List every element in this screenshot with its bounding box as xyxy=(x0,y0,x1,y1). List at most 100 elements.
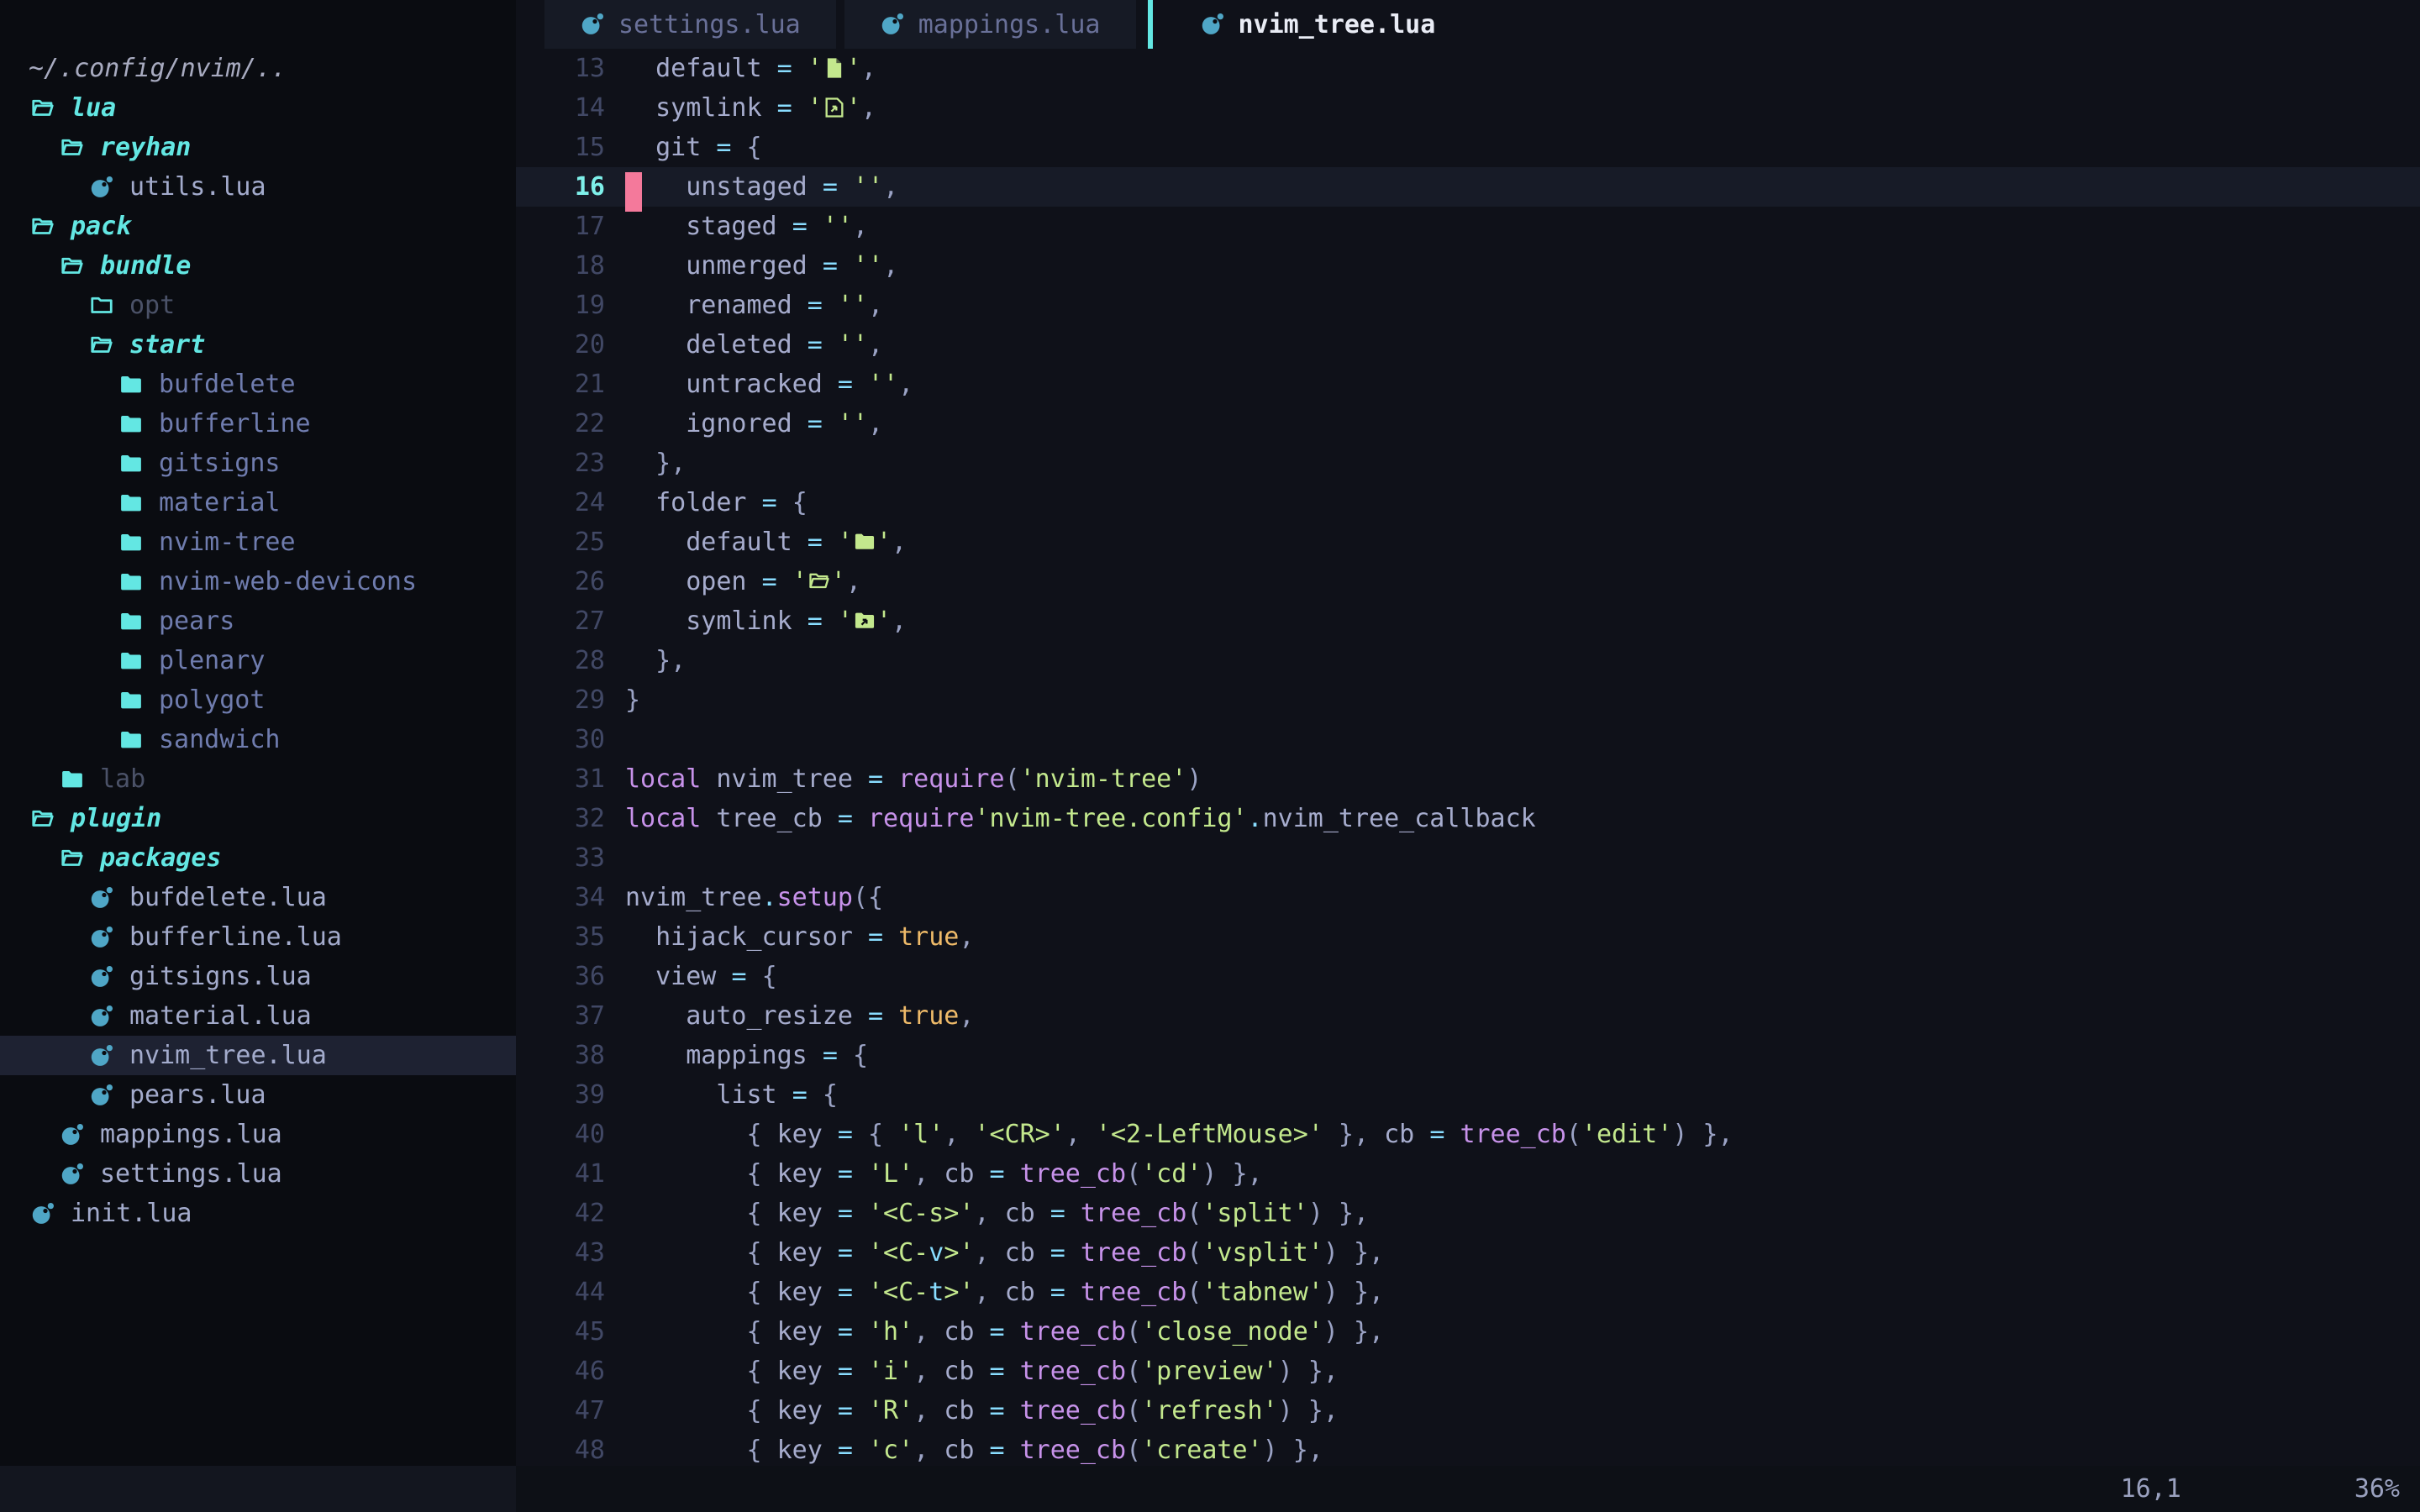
code-line-34[interactable]: 34nvim_tree.setup({ xyxy=(516,878,2420,917)
code-line-47[interactable]: 47 { key = 'R', cb = tree_cb('refresh') … xyxy=(516,1391,2420,1431)
line-number: 44 xyxy=(516,1278,605,1307)
code-line-16[interactable]: 16 unstaged = '', xyxy=(516,167,2420,207)
line-number: 20 xyxy=(516,330,605,360)
tree-item-gitsigns[interactable]: gitsigns xyxy=(0,444,516,483)
code-line-37[interactable]: 37 auto_resize = true, xyxy=(516,996,2420,1036)
line-number: 46 xyxy=(516,1357,605,1386)
code-line-22[interactable]: 22 ignored = '', xyxy=(516,404,2420,444)
tab-nvim-tree-lua[interactable]: nvim_tree.lua xyxy=(1165,0,1471,49)
tree-item-label: lab xyxy=(100,764,145,794)
code-line-20[interactable]: 20 deleted = '', xyxy=(516,325,2420,365)
folder-filled-icon xyxy=(117,410,145,438)
tree-item-label: plenary xyxy=(159,646,265,675)
tree-item-nvim-tree-lua[interactable]: nvim_tree.lua xyxy=(0,1036,516,1075)
tree-item-mappings-lua[interactable]: mappings.lua xyxy=(0,1115,516,1154)
tree-item-bufferline[interactable]: bufferline xyxy=(0,404,516,444)
line-content: mappings = { xyxy=(605,1041,868,1070)
line-content: { key = '<C-v>', cb = tree_cb('vsplit') … xyxy=(605,1238,1384,1268)
tree-item-opt[interactable]: opt xyxy=(0,286,516,325)
tree-item-label: nvim-tree xyxy=(159,528,296,557)
line-content: { key = 'c', cb = tree_cb('create') }, xyxy=(605,1436,1323,1465)
code-line-35[interactable]: 35 hijack_cursor = true, xyxy=(516,917,2420,957)
line-content: deleted = '', xyxy=(605,330,883,360)
tree-item-label: sandwich xyxy=(159,725,281,754)
tree-item-sandwich[interactable]: sandwich xyxy=(0,720,516,759)
line-content: unmerged = '', xyxy=(605,251,898,281)
line-content: } xyxy=(605,685,640,715)
code-line-17[interactable]: 17 staged = '', xyxy=(516,207,2420,246)
code-line-15[interactable]: 15 git = { xyxy=(516,128,2420,167)
line-number: 48 xyxy=(516,1436,605,1465)
code-line-30[interactable]: 30 xyxy=(516,720,2420,759)
tree-item-utils-lua[interactable]: utils.lua xyxy=(0,167,516,207)
tree-item-material[interactable]: material xyxy=(0,483,516,522)
tree-item-lua[interactable]: lua xyxy=(0,88,516,128)
tree-item-polygot[interactable]: polygot xyxy=(0,680,516,720)
tree-item-plenary[interactable]: plenary xyxy=(0,641,516,680)
line-number: 21 xyxy=(516,370,605,399)
tree-item-nvim-tree[interactable]: nvim-tree xyxy=(0,522,516,562)
code-line-45[interactable]: 45 { key = 'h', cb = tree_cb('close_node… xyxy=(516,1312,2420,1352)
code-line-23[interactable]: 23 }, xyxy=(516,444,2420,483)
code-line-42[interactable]: 42 { key = '<C-s>', cb = tree_cb('split'… xyxy=(516,1194,2420,1233)
tree-item-bufferline-lua[interactable]: bufferline.lua xyxy=(0,917,516,957)
tree-item-gitsigns-lua[interactable]: gitsigns.lua xyxy=(0,957,516,996)
code-line-24[interactable]: 24 folder = { xyxy=(516,483,2420,522)
tree-item-start[interactable]: start xyxy=(0,325,516,365)
code-line-40[interactable]: 40 { key = { 'l', '<CR>', '<2-LeftMouse>… xyxy=(516,1115,2420,1154)
code-editor[interactable]: 13 default = '',14 symlink = '',15 git =… xyxy=(516,49,2420,1466)
tree-item-bufdelete-lua[interactable]: bufdelete.lua xyxy=(0,878,516,917)
code-line-32[interactable]: 32local tree_cb = require'nvim-tree.conf… xyxy=(516,799,2420,838)
tree-item-pack[interactable]: pack xyxy=(0,207,516,246)
line-number: 40 xyxy=(516,1120,605,1149)
code-line-48[interactable]: 48 { key = 'c', cb = tree_cb('create') }… xyxy=(516,1431,2420,1466)
code-line-46[interactable]: 46 { key = 'i', cb = tree_cb('preview') … xyxy=(516,1352,2420,1391)
tree-item-pears-lua[interactable]: pears.lua xyxy=(0,1075,516,1115)
code-line-19[interactable]: 19 renamed = '', xyxy=(516,286,2420,325)
line-content: untracked = '', xyxy=(605,370,913,399)
code-line-38[interactable]: 38 mappings = { xyxy=(516,1036,2420,1075)
folder-open-outline-icon xyxy=(58,844,87,873)
code-line-41[interactable]: 41 { key = 'L', cb = tree_cb('cd') }, xyxy=(516,1154,2420,1194)
tree-item-label: opt xyxy=(129,291,175,320)
tab-label: settings.lua xyxy=(618,10,801,39)
code-line-31[interactable]: 31local nvim_tree = require('nvim-tree') xyxy=(516,759,2420,799)
line-content: { key = '<C-s>', cb = tree_cb('split') }… xyxy=(605,1199,1369,1228)
line-content: unstaged = '', xyxy=(605,172,898,202)
code-line-39[interactable]: 39 list = { xyxy=(516,1075,2420,1115)
code-line-27[interactable]: 27 symlink = '', xyxy=(516,601,2420,641)
code-line-28[interactable]: 28 }, xyxy=(516,641,2420,680)
code-line-36[interactable]: 36 view = { xyxy=(516,957,2420,996)
tree-item-material-lua[interactable]: material.lua xyxy=(0,996,516,1036)
code-line-33[interactable]: 33 xyxy=(516,838,2420,878)
code-line-13[interactable]: 13 default = '', xyxy=(516,49,2420,88)
code-line-18[interactable]: 18 unmerged = '', xyxy=(516,246,2420,286)
code-line-14[interactable]: 14 symlink = '', xyxy=(516,88,2420,128)
code-line-21[interactable]: 21 untracked = '', xyxy=(516,365,2420,404)
code-line-25[interactable]: 25 default = '', xyxy=(516,522,2420,562)
tree-item-init-lua[interactable]: init.lua xyxy=(0,1194,516,1233)
tree-item-nvim-web-devicons[interactable]: nvim-web-devicons xyxy=(0,562,516,601)
tree-item-reyhan[interactable]: reyhan xyxy=(0,128,516,167)
code-line-44[interactable]: 44 { key = '<C-t>', cb = tree_cb('tabnew… xyxy=(516,1273,2420,1312)
folder-open-outline-icon xyxy=(58,134,87,162)
code-line-43[interactable]: 43 { key = '<C-v>', cb = tree_cb('vsplit… xyxy=(516,1233,2420,1273)
tab-mappings-lua[interactable]: mappings.lua xyxy=(844,0,1136,49)
line-number: 26 xyxy=(516,567,605,596)
tree-item--config-nvim-[interactable]: ~/.config/nvim/.. xyxy=(0,49,516,88)
folder-icon xyxy=(853,530,876,554)
tree-item-pears[interactable]: pears xyxy=(0,601,516,641)
tree-item-packages[interactable]: packages xyxy=(0,838,516,878)
folder-filled-icon xyxy=(117,647,145,675)
lua-file-icon xyxy=(880,12,905,37)
tab-settings-lua[interactable]: settings.lua xyxy=(544,0,836,49)
tree-item-lab[interactable]: lab xyxy=(0,759,516,799)
code-line-26[interactable]: 26 open = '', xyxy=(516,562,2420,601)
code-line-29[interactable]: 29} xyxy=(516,680,2420,720)
tree-item-bufdelete[interactable]: bufdelete xyxy=(0,365,516,404)
tree-item-settings-lua[interactable]: settings.lua xyxy=(0,1154,516,1194)
tree-item-plugin[interactable]: plugin xyxy=(0,799,516,838)
line-number: 24 xyxy=(516,488,605,517)
tree-item-bundle[interactable]: bundle xyxy=(0,246,516,286)
file-icon xyxy=(823,56,846,80)
